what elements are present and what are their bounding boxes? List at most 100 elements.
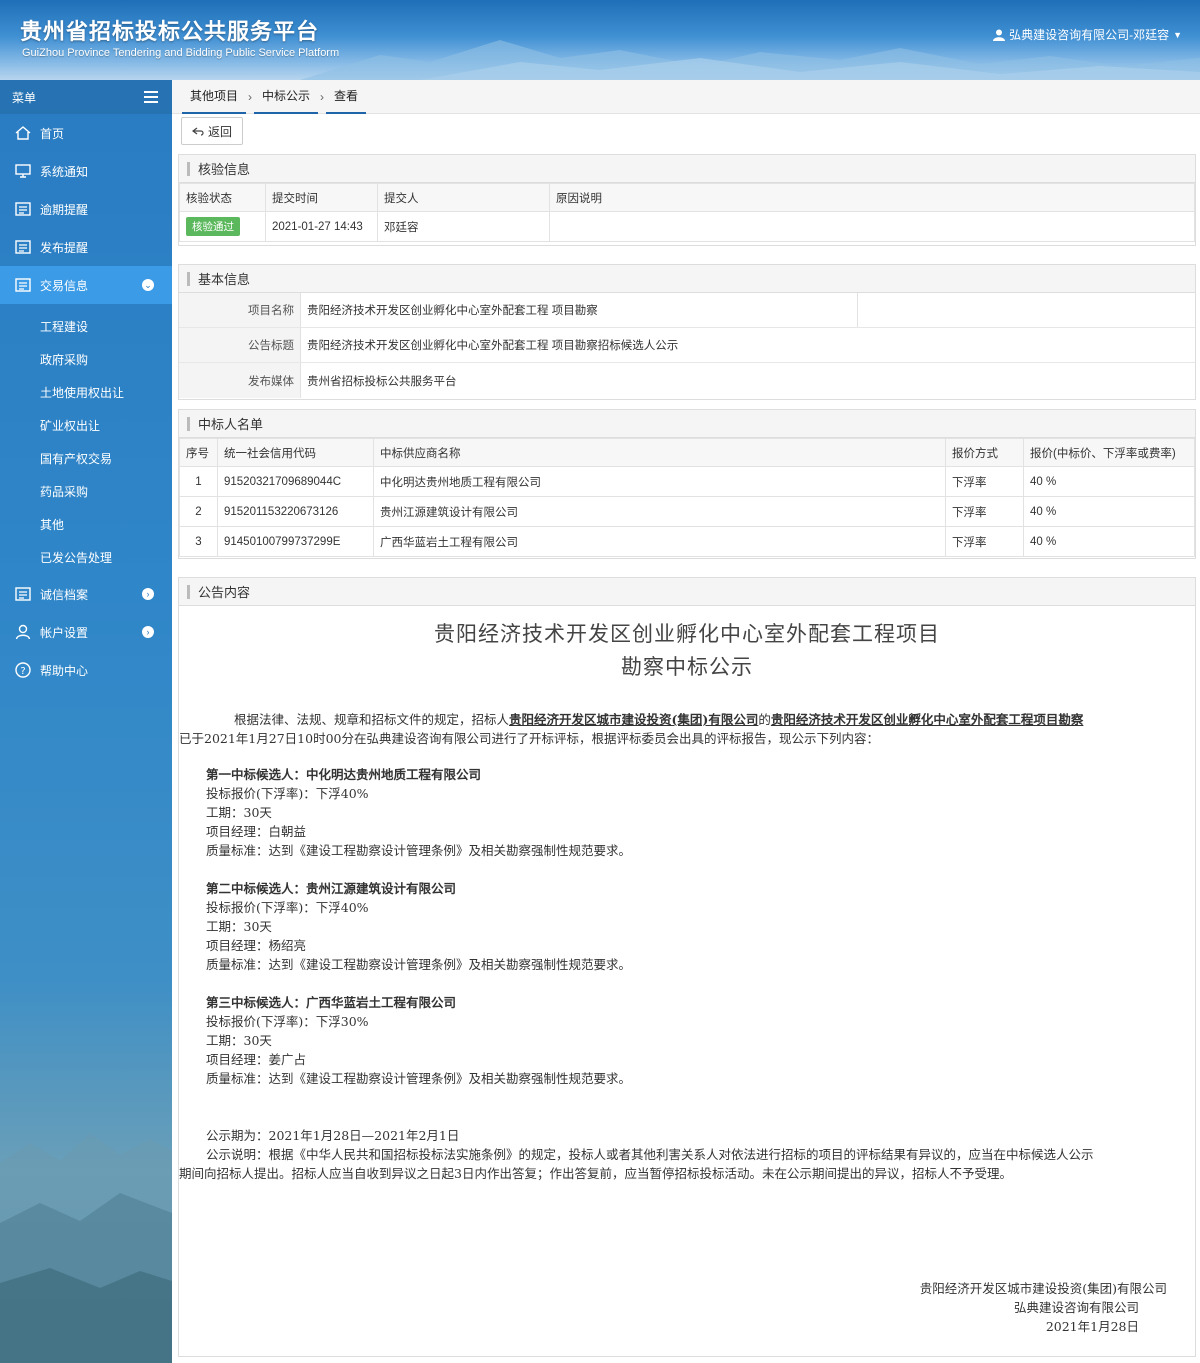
breadcrumb: 其他项目 › 中标公示 › 查看 <box>172 80 1200 114</box>
media-value: 贵州省招标投标公共服务平台 <box>307 375 457 388</box>
sub-item-land-use[interactable]: 土地使用权出让 <box>0 377 172 410</box>
breadcrumb-other-projects[interactable]: 其他项目 <box>182 80 247 114</box>
nav-help-center[interactable]: ? 帮助中心 <box>0 651 172 689</box>
candidate-price: 投标报价(下浮率)：下浮30% <box>206 1014 369 1029</box>
verify-panel-title: 核验信息 <box>179 155 1195 183</box>
nav-credit-archive[interactable]: 诚信档案 › <box>0 575 172 613</box>
candidate-period: 工期：30天 <box>206 919 272 934</box>
media-label: 发布媒体 <box>179 363 301 398</box>
candidate-quality: 质量标准：达到《建设工程勘察设计管理条例》及相关勘察强制性规范要求。 <box>206 957 632 972</box>
notice-statement: 公示说明：根据《中华人民共和国招标投标法实施条例》的规定，投标人或者其他利害关系… <box>206 1147 1094 1162</box>
reason <box>549 211 1195 242</box>
platform-subtitle: GuiZhou Province Tendering and Bidding P… <box>22 47 340 59</box>
nav-account-settings-label: 帐户设置 <box>40 625 89 640</box>
status-badge: 核验通过 <box>186 217 240 236</box>
col-reason: 原因说明 <box>549 183 1195 212</box>
col-no: 序号 <box>179 438 218 467</box>
sub-item-state-property[interactable]: 国有产权交易 <box>0 443 172 476</box>
row-method: 下浮率 <box>945 526 1024 557</box>
sub-item-engineering[interactable]: 工程建设 <box>0 311 172 344</box>
intro-text-a: 根据法律、法规、规章和招标文件的规定，招标人 <box>234 712 510 727</box>
candidate-period: 工期：30天 <box>206 1033 272 1048</box>
col-method: 报价方式 <box>945 438 1024 467</box>
chevron-right-icon: › <box>142 626 154 638</box>
notice-title-value: 贵阳经济技术开发区创业孵化中心室外配套工程 项目勘察招标候选人公示 <box>307 340 679 352</box>
basic-info-panel: 基本信息 项目名称 贵阳经济技术开发区创业孵化中心室外配套工程 项目勘察 公告标… <box>178 264 1196 400</box>
nav-overdue[interactable]: 逾期提醒 <box>0 190 172 228</box>
submit-time: 2021-01-27 14:43 <box>265 211 378 242</box>
basic-title-text: 基本信息 <box>198 272 251 287</box>
intro-project: 贵阳经济技术开发区创业孵化中心室外配套工程项目勘察 <box>770 712 1084 727</box>
nav-publish-reminder-label: 发布提醒 <box>40 240 89 255</box>
signature-date: 2021年1月28日 <box>1045 1319 1139 1334</box>
candidate-manager: 项目经理：白朝益 <box>206 824 307 839</box>
candidate-price: 投标报价(下浮率)：下浮40% <box>206 900 369 915</box>
list-icon <box>14 585 32 603</box>
nav-credit-archive-label: 诚信档案 <box>40 587 89 602</box>
title-bar <box>187 161 190 176</box>
nav-system-notice[interactable]: 系统通知 <box>0 152 172 190</box>
candidate-manager: 项目经理：姜广占 <box>206 1052 307 1067</box>
title-bar <box>187 584 190 599</box>
notice-title-line1: 贵阳经济技术开发区创业孵化中心室外配套工程项目 <box>434 622 940 646</box>
list-icon <box>14 200 32 218</box>
monitor-icon <box>14 162 32 180</box>
col-submitter: 提交人 <box>377 183 550 212</box>
hamburger-icon[interactable] <box>144 91 158 103</box>
row-name: 中化明达贵州地质工程有限公司 <box>373 466 946 497</box>
row-no: 1 <box>179 466 218 497</box>
intro-text-b: 的 <box>758 712 771 727</box>
col-supplier: 中标供应商名称 <box>373 438 946 467</box>
nav-publish-reminder[interactable]: 发布提醒 <box>0 228 172 266</box>
row-price: 40 % <box>1023 466 1195 497</box>
sidebar: 菜单 首页 系统通知 逾期提醒 发布提醒 交易信息 ⌄ 工程建设 政府采购 土地… <box>0 80 172 1363</box>
col-submit-time: 提交时间 <box>265 183 378 212</box>
intro-tenderer: 贵阳经济开发区城市建设投资(集团)有限公司 <box>509 712 759 727</box>
candidate-block: 第三中标候选人：广西华蓝岩土工程有限公司 投标报价(下浮率)：下浮30% 工期：… <box>179 993 1195 1088</box>
help-icon: ? <box>14 661 32 679</box>
row-method: 下浮率 <box>945 496 1024 527</box>
nav-trade-info[interactable]: 交易信息 ⌄ <box>0 266 172 304</box>
platform-title: 贵州省招标投标公共服务平台 <box>20 19 320 44</box>
winners-title-text: 中标人名单 <box>198 417 264 432</box>
back-icon <box>192 127 204 136</box>
sidebar-landscape <box>0 1133 172 1363</box>
notice-title-line2: 勘察中标公示 <box>621 655 753 679</box>
user-menu[interactable]: 弘典建设咨询有限公司-邓廷容 ▼ <box>993 26 1182 43</box>
candidate-block: 第一中标候选人：中化明达贵州地质工程有限公司 投标报价(下浮率)：下浮40% 工… <box>179 765 1195 860</box>
notice-section-title: 公告内容 <box>198 585 251 600</box>
signature-block: 贵阳经济开发区城市建设投资(集团)有限公司 弘典建设咨询有限公司 2021年1月… <box>179 1279 1195 1336</box>
main-content: 其他项目 › 中标公示 › 查看 返回 核验信息 核验状态 提交时间 提交人 原… <box>172 80 1200 1363</box>
notice-body: 贵阳经济技术开发区创业孵化中心室外配套工程项目 勘察中标公示 根据法律、法规、规… <box>179 618 1195 1336</box>
candidate-head: 第三中标候选人：广西华蓝岩土工程有限公司 <box>206 995 457 1010</box>
breadcrumb-award-notice[interactable]: 中标公示 <box>254 80 319 114</box>
nav-home[interactable]: 首页 <box>0 114 172 152</box>
row-name: 贵州江源建筑设计有限公司 <box>373 496 946 527</box>
home-icon <box>14 124 32 142</box>
row-code: 915201153220673126 <box>217 496 374 527</box>
sub-item-published-notices[interactable]: 已发公告处理 <box>0 542 172 575</box>
sub-item-drug-procurement[interactable]: 药品采购 <box>0 476 172 509</box>
breadcrumb-view[interactable]: 查看 <box>326 80 367 114</box>
signature-tenderer: 贵阳经济开发区城市建设投资(集团)有限公司 <box>919 1281 1167 1296</box>
nav-account-settings[interactable]: 帐户设置 › <box>0 613 172 651</box>
list-icon <box>14 238 32 256</box>
notice-title-row: 公告标题 贵阳经济技术开发区创业孵化中心室外配套工程 项目勘察招标候选人公示 <box>179 328 1195 363</box>
nav-overdue-label: 逾期提醒 <box>40 202 89 217</box>
sub-item-other[interactable]: 其他 <box>0 509 172 542</box>
candidate-price: 投标报价(下浮率)：下浮40% <box>206 786 369 801</box>
header-banner: 贵州省招标投标公共服务平台 GuiZhou Province Tendering… <box>0 0 1200 80</box>
nav-home-label: 首页 <box>40 126 65 141</box>
back-button[interactable]: 返回 <box>181 117 244 145</box>
user-icon <box>993 29 1006 41</box>
row-no: 2 <box>179 496 218 527</box>
table-row: 3 91450100799737299E 广西华蓝岩土工程有限公司 下浮率 40… <box>179 526 1195 557</box>
row-no: 3 <box>179 526 218 557</box>
menu-label: 菜单 <box>12 90 37 105</box>
sub-item-mining[interactable]: 矿业权出让 <box>0 410 172 443</box>
candidate-manager: 项目经理：杨绍亮 <box>206 938 307 953</box>
sub-item-gov-procurement[interactable]: 政府采购 <box>0 344 172 377</box>
candidate-quality: 质量标准：达到《建设工程勘察设计管理条例》及相关勘察强制性规范要求。 <box>206 1071 632 1086</box>
caret-down-icon: ▼ <box>1173 29 1182 40</box>
notice-statement-cont: 期间向招标人提出。招标人应当自收到异议之日起3日内作出答复；作出答复前，应当暂停… <box>179 1166 1012 1181</box>
